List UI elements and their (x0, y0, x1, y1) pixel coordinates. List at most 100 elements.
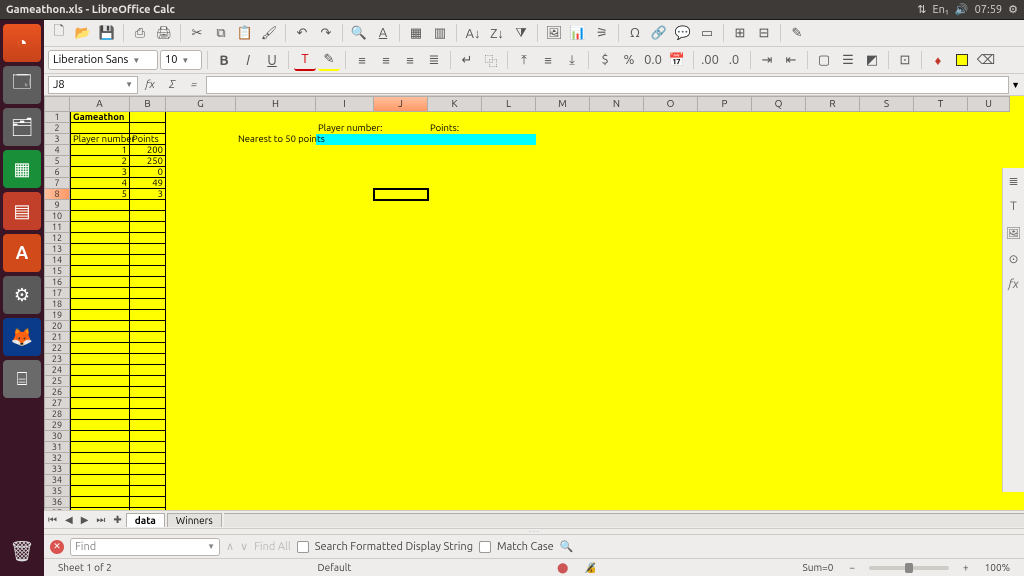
cell-P35[interactable] (698, 486, 752, 497)
row-icon[interactable]: ▦ (405, 22, 427, 44)
cell-N32[interactable] (590, 453, 644, 464)
cell-B29[interactable] (130, 420, 166, 431)
cell-Q1[interactable] (752, 112, 806, 123)
cell-G25[interactable] (166, 376, 236, 387)
cell-L4[interactable] (482, 145, 536, 156)
cell-Q5[interactable] (752, 156, 806, 167)
cell-M27[interactable] (536, 398, 590, 409)
cell-A13[interactable] (70, 244, 130, 255)
row-header-35[interactable]: 35 (44, 486, 70, 497)
cell-I29[interactable] (316, 420, 374, 431)
cell-K30[interactable] (428, 431, 482, 442)
pivot-icon[interactable]: ⚞ (591, 22, 613, 44)
cell-G21[interactable] (166, 332, 236, 343)
cell-Q9[interactable] (752, 200, 806, 211)
cell-B34[interactable] (130, 475, 166, 486)
cell-O30[interactable] (644, 431, 698, 442)
col-header-Q[interactable]: Q (752, 96, 806, 112)
cell-P37[interactable] (698, 508, 752, 510)
cell-S30[interactable] (860, 431, 914, 442)
cell-L14[interactable] (482, 255, 536, 266)
cell-G31[interactable] (166, 442, 236, 453)
cell-O4[interactable] (644, 145, 698, 156)
cell-O31[interactable] (644, 442, 698, 453)
zoom-value[interactable]: 100% (977, 562, 1018, 573)
clear-formatting-icon[interactable]: ⌫ (975, 49, 997, 71)
cell-N24[interactable] (590, 365, 644, 376)
launcher-calc[interactable]: ▦ (3, 150, 41, 188)
cell-N26[interactable] (590, 387, 644, 398)
cell-U36[interactable] (968, 497, 1010, 508)
cell-S22[interactable] (860, 343, 914, 354)
cell-P14[interactable] (698, 255, 752, 266)
clock[interactable]: 07:59 (975, 4, 1003, 16)
cell-H26[interactable] (236, 387, 316, 398)
cell-R20[interactable] (806, 321, 860, 332)
cell-B33[interactable] (130, 464, 166, 475)
cell-G1[interactable] (166, 112, 236, 123)
cell-Q2[interactable] (752, 123, 806, 134)
col-header-M[interactable]: M (536, 96, 590, 112)
cell-S37[interactable] (860, 508, 914, 510)
cell-B10[interactable] (130, 211, 166, 222)
cell-style-indicator[interactable]: Default (310, 562, 360, 573)
header-footer-icon[interactable]: ▭ (696, 22, 718, 44)
cell-O25[interactable] (644, 376, 698, 387)
copy-icon[interactable]: ⧉ (210, 22, 232, 44)
cell-T27[interactable] (914, 398, 968, 409)
cell-J19[interactable] (374, 310, 428, 321)
row-header-16[interactable]: 16 (44, 277, 70, 288)
cell-A16[interactable] (70, 277, 130, 288)
sidebar-styles-icon[interactable]: T (1006, 200, 1022, 216)
cell-A12[interactable] (70, 233, 130, 244)
cell-A31[interactable] (70, 442, 130, 453)
cell-B15[interactable] (130, 266, 166, 277)
cell-A19[interactable] (70, 310, 130, 321)
cell-P3[interactable] (698, 134, 752, 145)
cell-R8[interactable] (806, 189, 860, 200)
cell-P19[interactable] (698, 310, 752, 321)
row-header-17[interactable]: 17 (44, 288, 70, 299)
cell-L8[interactable] (482, 189, 536, 200)
cell-N25[interactable] (590, 376, 644, 387)
cell-L34[interactable] (482, 475, 536, 486)
cell-A6[interactable]: 3 (70, 167, 130, 178)
cell-A23[interactable] (70, 354, 130, 365)
cell-A15[interactable] (70, 266, 130, 277)
cell-B22[interactable] (130, 343, 166, 354)
italic-button[interactable]: I (237, 49, 259, 71)
launcher-impress[interactable]: ▤ (3, 192, 41, 230)
cell-P34[interactable] (698, 475, 752, 486)
remove-decimal-icon[interactable]: .0 (723, 49, 745, 71)
cell-S3[interactable] (860, 134, 914, 145)
cell-G24[interactable] (166, 365, 236, 376)
print-icon[interactable]: 🖨 (153, 22, 175, 44)
cell-T25[interactable] (914, 376, 968, 387)
cell-L20[interactable] (482, 321, 536, 332)
cell-I24[interactable] (316, 365, 374, 376)
cell-O10[interactable] (644, 211, 698, 222)
cell-L36[interactable] (482, 497, 536, 508)
row-header-11[interactable]: 11 (44, 222, 70, 233)
row-header-20[interactable]: 20 (44, 321, 70, 332)
cell-I11[interactable] (316, 222, 374, 233)
signature-icon[interactable]: 🔏 (576, 562, 604, 574)
cell-N34[interactable] (590, 475, 644, 486)
close-find-icon[interactable]: ✕ (50, 540, 64, 554)
cell-N7[interactable] (590, 178, 644, 189)
cell-G35[interactable] (166, 486, 236, 497)
cell-K35[interactable] (428, 486, 482, 497)
cell-O12[interactable] (644, 233, 698, 244)
col-header-L[interactable]: L (482, 96, 536, 112)
row-header-22[interactable]: 22 (44, 343, 70, 354)
row-header-18[interactable]: 18 (44, 299, 70, 310)
cell-I21[interactable] (316, 332, 374, 343)
cell-B35[interactable] (130, 486, 166, 497)
cell-P4[interactable] (698, 145, 752, 156)
cell-P6[interactable] (698, 167, 752, 178)
image-icon[interactable]: 🖼 (543, 22, 565, 44)
cell-I19[interactable] (316, 310, 374, 321)
launcher-files2[interactable]: 🗂 (3, 108, 41, 146)
cell-G23[interactable] (166, 354, 236, 365)
cell-K13[interactable] (428, 244, 482, 255)
